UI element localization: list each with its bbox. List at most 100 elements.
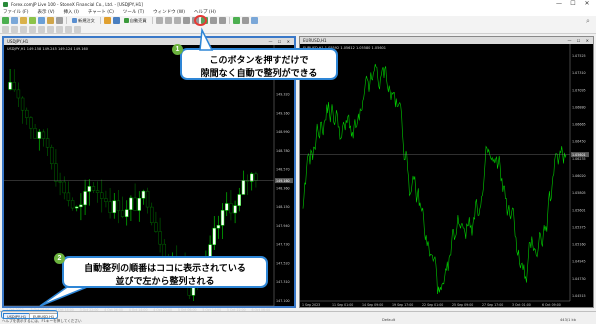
navigator-icon[interactable] [38,17,45,24]
price-tick-label: 1.07310 [572,71,586,75]
crosshair-icon[interactable] [11,26,18,33]
price-tick-label: 1.05601 [572,208,586,212]
candle-body [91,186,96,191]
menu-tools[interactable]: ツール (T) [123,9,144,15]
candle-body [112,200,116,213]
candle-body [212,227,216,245]
vertical-line-icon[interactable] [20,26,27,33]
callout-tab-order: 自動整列の順番はココに表示されている 並びで左から整列される [62,256,268,288]
candle-body [116,200,121,212]
chart-shift-icon[interactable] [218,17,226,24]
callout-badge: 2 [54,253,65,264]
fibonacci-icon[interactable] [56,26,63,33]
candlestick-icon[interactable] [164,17,172,24]
new-chart-icon[interactable] [2,17,9,24]
candle-body [229,203,233,214]
candle-body [16,89,21,99]
candle-body [150,206,154,223]
candle-body [95,190,100,193]
metaeditor-icon[interactable] [103,17,111,24]
price-tick-label: 1.04945 [572,260,586,264]
app-icon [3,1,8,7]
price-tick-label: 1.04515 [572,294,586,298]
tester-icon[interactable] [56,17,63,24]
price-tick-label: 1.05375 [572,225,586,229]
callout-tile-button: このボタンを押すだけで 隙間なく自動で整列ができる [180,48,338,80]
price-tick-label: 149.160 [276,111,290,115]
tile-button-highlight [194,15,207,26]
minimize-button[interactable]: — [552,0,566,8]
time-tick-label: 1 Sep 2023 [302,303,320,307]
candle-body [241,180,246,195]
price-chart-eurusd[interactable]: 1.07525 1.07310 1.07095 1.06880 1.06665 1.064… [300,44,591,308]
candle-body [225,203,229,211]
candle-body [250,173,254,182]
menu-file[interactable]: ファイル (F) [3,9,29,15]
callout-line: このボタンを押すだけで [209,56,309,66]
candle-body [154,222,158,232]
horizontal-line-icon[interactable] [29,26,36,33]
candle-body [70,200,75,209]
cursor-icon[interactable] [2,26,9,33]
status-profile: Default [382,318,396,322]
candle-body [220,210,225,226]
price-tick-label: 147.310 [276,280,290,284]
data-window-icon[interactable] [29,17,36,24]
callout-line: 自動整列の順番はココに表示されている [84,264,246,274]
price-tick-label: 147.730 [276,243,290,247]
price-tick-label: 1.07095 [572,88,586,92]
channel-icon[interactable] [47,26,54,33]
current-price-label: 1.05601 [572,153,586,157]
menu-help[interactable]: ヘルプ (H) [194,9,216,15]
trendline-icon[interactable] [38,26,45,33]
price-tick-label: 147.520 [276,261,290,265]
tabs-highlight [1,310,58,319]
indicators-icon[interactable] [232,17,240,24]
price-tick-label: 148.570 [276,168,290,172]
candle-body [120,210,125,217]
zoom-in-icon[interactable] [182,17,190,24]
menu-window[interactable]: ウィンドウ (W) [153,9,185,15]
terminal-icon[interactable] [47,17,54,24]
chart-title: USDJPY,H1 [7,39,29,44]
signals-icon[interactable] [112,17,120,24]
menu-insert[interactable]: 挿入 (I) [64,9,79,15]
candle-body [8,82,12,90]
price-tick-label: 147.940 [276,224,290,228]
close-button[interactable]: ✕ [580,0,594,8]
arrows-icon[interactable] [74,26,81,33]
autotrade-button[interactable]: 自動売買 [122,17,149,24]
maximize-button[interactable]: ☐ [566,0,580,8]
price-tick-label: 148.780 [276,149,290,153]
time-tick-label: 14 Sep 09:00 [362,303,383,307]
candle-body [125,209,129,217]
price-tick-label: 1.05805 [572,191,586,195]
autotrade-icon [123,18,129,23]
menu-chart[interactable]: チャート (C) [88,9,114,15]
text-icon[interactable] [65,26,72,33]
chart-header: USDJPY,H1 — ☐ ✕ [4,38,294,45]
time-tick-label: 3 Oct 01:00 [512,303,531,307]
new-order-button[interactable]: 新規注文 [70,17,97,24]
candle-body [141,190,146,199]
bar-chart-icon[interactable] [155,17,163,24]
period-icon[interactable] [241,17,249,24]
profiles-icon[interactable] [11,17,18,24]
candle-body [54,163,58,182]
line-chart-icon[interactable] [173,17,181,24]
chart-window-eurusd[interactable]: EURUSD,H1 — ☐ ✕ EURUSD,H1 1.05592 1.0561… [299,36,594,308]
status-bar: USDJPY,H1 EURUSD,H1 ヘルプを表示するには、F1キーを押してく… [0,311,596,323]
chart-window-controls[interactable]: — ☐ ✕ [269,38,292,45]
candle-body [20,97,25,111]
market-watch-icon[interactable] [20,17,27,24]
chart-window-controls[interactable]: — ☐ ✕ [568,37,591,44]
autoscroll-icon[interactable] [209,17,217,24]
chart-title: EURUSD,H1 [303,38,327,43]
menu-view[interactable]: 表示 (V) [38,9,55,15]
candle-body [12,82,16,91]
search-icon[interactable]: ⌕ [583,17,593,25]
price-tick-label: 148.360 [276,186,290,190]
candle-body [129,197,133,210]
candle-body [133,197,137,211]
templates-icon[interactable] [250,17,258,24]
